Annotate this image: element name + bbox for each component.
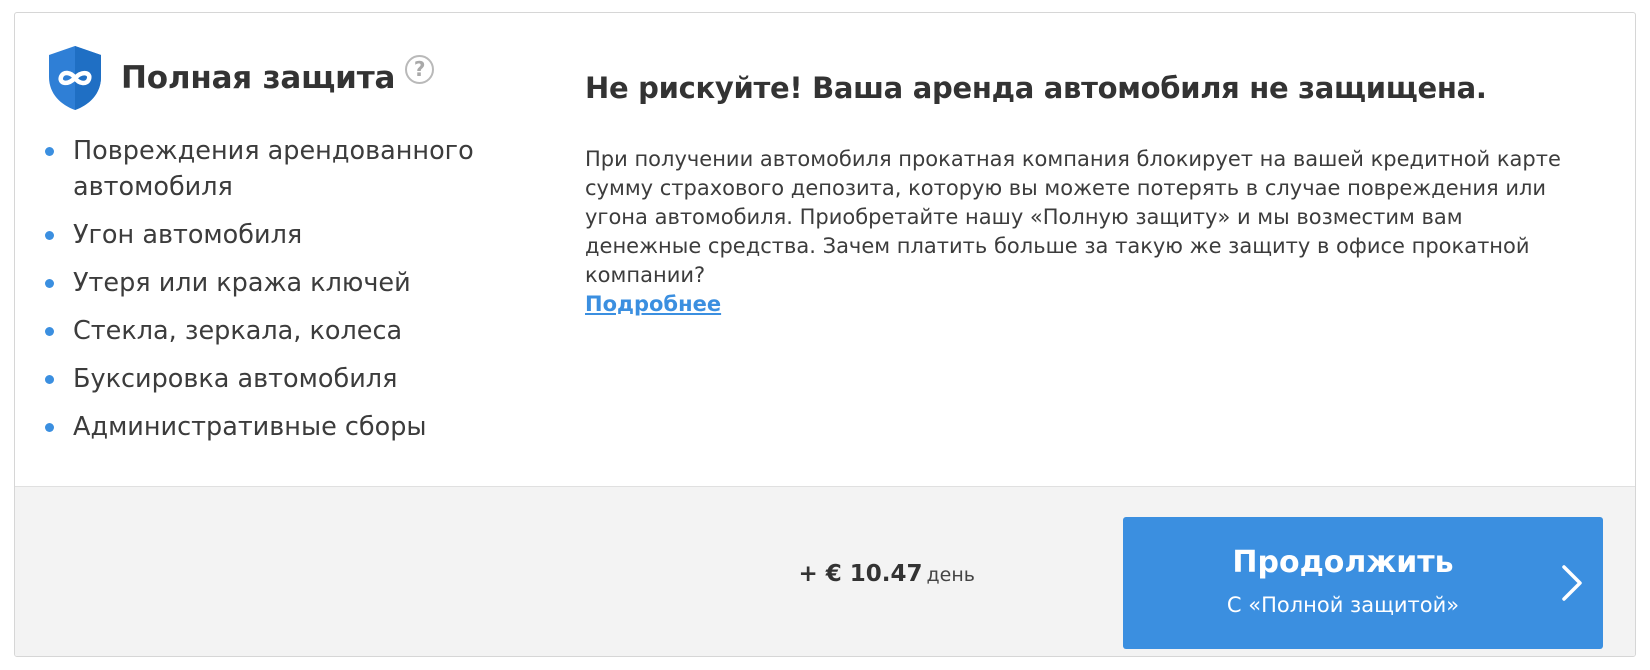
bullet-icon: [45, 375, 54, 384]
continue-button-title: Продолжить: [1232, 545, 1454, 580]
shield-icon: [49, 46, 101, 110]
footer-bar: + € 10.47 день Продолжить С «Полной защит…: [15, 486, 1635, 656]
feature-label: Административные сборы: [73, 412, 427, 442]
protection-card: Полная защита ? Повреждения арендованног…: [14, 12, 1636, 657]
feature-label: Буксировка автомобиля: [73, 364, 398, 394]
continue-button-subtitle: С «Полной защитой»: [1226, 593, 1460, 617]
description-text: При получении автомобиля прокатная компа…: [585, 145, 1585, 319]
coverage-list: Повреждения арендованного автомобиля Уго…: [45, 133, 525, 445]
feature-label: Стекла, зеркала, колеса: [73, 316, 403, 346]
list-item: Угон автомобиля: [45, 217, 525, 253]
price-value: + € 10.47: [798, 561, 923, 587]
description-body: При получении автомобиля прокатная компа…: [585, 147, 1561, 287]
list-item: Повреждения арендованного автомобиля: [45, 133, 525, 205]
bullet-icon: [45, 147, 54, 156]
continue-button[interactable]: Продолжить С «Полной защитой»: [1123, 517, 1603, 649]
price-unit: день: [926, 564, 975, 586]
feature-label: Угон автомобиля: [73, 220, 303, 250]
coverage-column: Полная защита ? Повреждения арендованног…: [45, 43, 525, 457]
warning-headline: Не рискуйте! Ваша аренда автомобиля не з…: [585, 71, 1487, 105]
bullet-icon: [45, 279, 54, 288]
list-item: Административные сборы: [45, 409, 525, 445]
list-item: Утеря или кража ключей: [45, 265, 525, 301]
bullet-icon: [45, 327, 54, 336]
bullet-icon: [45, 231, 54, 240]
more-info-link[interactable]: Подробнее: [585, 290, 721, 319]
bullet-icon: [45, 423, 54, 432]
help-icon[interactable]: ?: [405, 54, 435, 84]
price-per-day: + € 10.47 день: [799, 561, 976, 587]
section-title: Полная защита: [121, 60, 396, 96]
coverage-heading: Полная защита ?: [45, 43, 525, 113]
list-item: Буксировка автомобиля: [45, 361, 525, 397]
info-column: Не рискуйте! Ваша аренда автомобиля не з…: [585, 71, 1595, 319]
chevron-right-icon: [1562, 565, 1582, 601]
feature-label: Утеря или кража ключей: [73, 268, 411, 298]
feature-label: Повреждения арендованного автомобиля: [73, 136, 474, 202]
protection-content: Полная защита ? Повреждения арендованног…: [15, 13, 1635, 486]
list-item: Стекла, зеркала, колеса: [45, 313, 525, 349]
